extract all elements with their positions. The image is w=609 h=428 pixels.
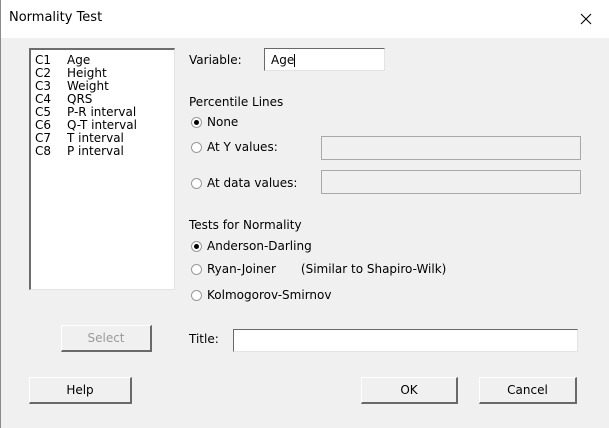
radio-note: (Similar to Shapiro-Wilk) [300, 262, 447, 276]
tests-heading: Tests for Normality [189, 218, 302, 232]
radio-percentile-none[interactable]: None [191, 115, 238, 129]
radio-kolmogorov-smirnov[interactable]: Kolmogorov-Smirnov [191, 288, 331, 302]
title-label: Title: [189, 332, 219, 346]
variable-input[interactable]: Age [264, 48, 385, 71]
variable-value: Age [271, 53, 295, 67]
radio-label: Anderson-Darling [207, 239, 312, 253]
window-edge [0, 0, 1, 428]
radio-ryan-joiner[interactable]: Ryan-Joiner (Similar to Shapiro-Wilk) [191, 262, 446, 276]
help-button[interactable]: Help [29, 377, 132, 404]
radio-label: None [207, 115, 239, 129]
cancel-button[interactable]: Cancel [479, 377, 577, 404]
radio-indicator [191, 240, 202, 252]
variable-label: Variable: [189, 53, 242, 67]
radio-label: Kolmogorov-Smirnov [207, 288, 332, 302]
y-values-field[interactable] [322, 137, 580, 159]
radio-label: Ryan-Joiner [207, 262, 276, 276]
close-icon [580, 13, 592, 25]
radio-at-y-values[interactable]: At Y values: [191, 140, 278, 154]
radio-indicator [191, 116, 202, 128]
ok-button[interactable]: OK [361, 377, 458, 404]
radio-indicator [191, 289, 202, 301]
title-field[interactable] [234, 330, 577, 351]
select-button[interactable]: Select [61, 325, 152, 352]
title-bar: Normality Test [1, 0, 609, 38]
radio-label: At data values: [207, 176, 298, 190]
radio-indicator [191, 141, 202, 153]
radio-indicator [191, 263, 202, 275]
percentile-lines-heading: Percentile Lines [189, 95, 284, 109]
close-button[interactable] [563, 0, 609, 38]
list-item[interactable]: C8 P interval [35, 145, 124, 158]
window-title: Normality Test [9, 10, 103, 25]
radio-indicator [191, 177, 202, 189]
title-input[interactable] [233, 329, 578, 352]
variables-listbox[interactable]: C1 Age C2 Height C3 Weight C4 QRS C5 P-R inte… [29, 48, 175, 290]
radio-anderson-darling[interactable]: Anderson-Darling [191, 239, 312, 253]
radio-label: At Y values: [207, 140, 278, 154]
data-values-input[interactable] [321, 170, 581, 194]
text-cursor [294, 54, 296, 67]
y-values-input[interactable] [321, 136, 581, 160]
radio-at-data-values[interactable]: At data values: [191, 176, 297, 190]
data-values-field[interactable] [322, 171, 580, 193]
